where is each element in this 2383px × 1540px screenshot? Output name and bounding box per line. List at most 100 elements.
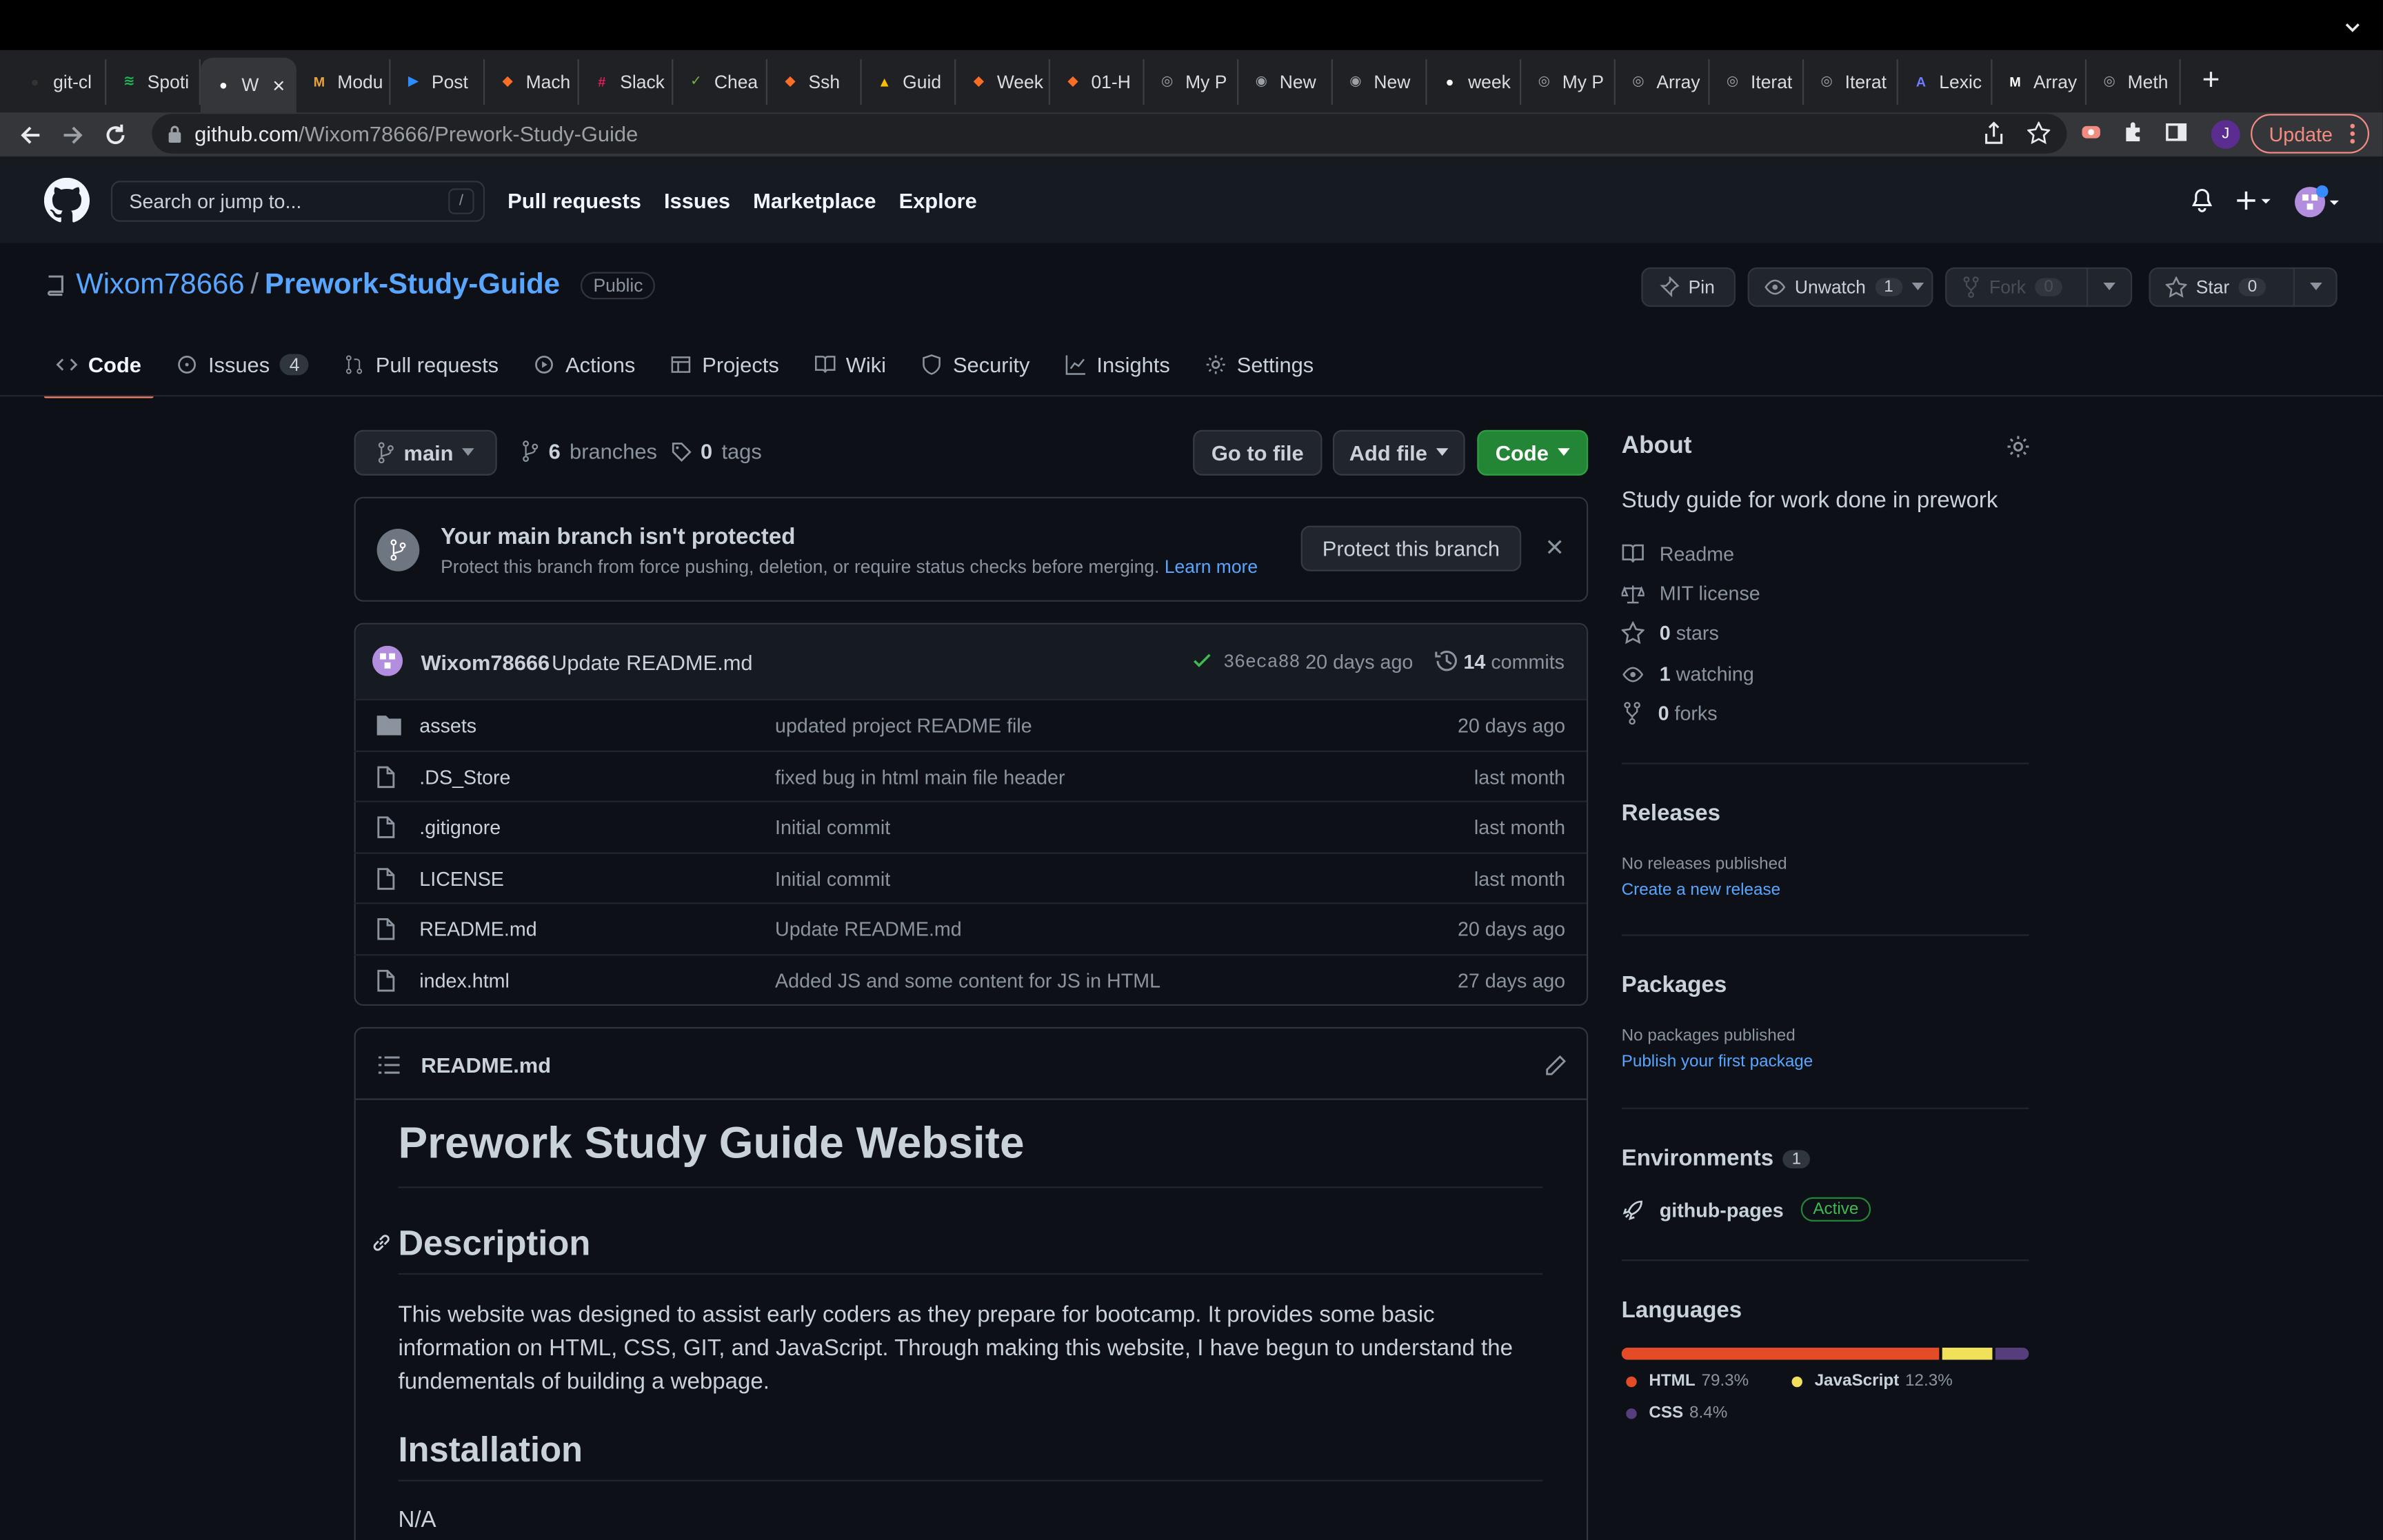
github-logo-icon[interactable] [43,177,90,223]
file-row[interactable]: LICENSE Initial commit last month [354,851,1587,904]
browser-tab[interactable]: ◆ Mach [485,58,579,104]
commit-sha[interactable]: 36eca88 [1223,652,1300,673]
file-commit-message[interactable]: updated project README file [775,714,1032,737]
tab-settings[interactable]: Settings [1193,331,1326,396]
browser-tab[interactable]: ◎ Array [1616,58,1710,104]
nav-explore[interactable]: Explore [899,188,977,212]
file-row[interactable]: index.html Added JS and some content for … [354,954,1587,1006]
extension-icon[interactable] [2079,120,2103,144]
create-new-plus-icon[interactable] [2235,188,2275,212]
browser-tab[interactable]: ◎ Meth [2087,58,2181,104]
commit-author-avatar[interactable] [372,645,403,676]
browser-tab[interactable]: ● git-cl [12,58,107,104]
edit-pencil-icon[interactable] [1545,1055,1567,1076]
repo-name-link[interactable]: Prework-Study-Guide [265,269,560,302]
browser-tab[interactable]: M Array [1992,58,2087,104]
file-row[interactable]: .DS_Store fixed bug in html main file hea… [354,749,1587,802]
readme-filename[interactable]: README.md [421,1053,552,1077]
file-commit-message[interactable]: Added JS and some content for JS in HTML [775,969,1160,992]
browser-tab[interactable]: ◆ Week [956,58,1050,104]
file-commit-message[interactable]: fixed bug in html main file header [775,765,1065,788]
github-search-input[interactable]: Search or jump to... / [110,181,485,222]
close-tab-icon[interactable]: × [272,73,285,97]
browser-tab[interactable]: ◉ New [1238,58,1333,104]
browser-tab[interactable]: ▲ Guid [862,58,956,104]
tab-issues[interactable]: Issues 4 [164,331,321,396]
protect-branch-button[interactable]: Protect this branch [1300,525,1522,571]
gear-icon[interactable] [2006,434,2030,458]
star-dropdown-button[interactable] [2293,267,2337,307]
tab-insights[interactable]: Insights [1053,331,1183,396]
commit-message[interactable]: Update README.md [552,650,753,674]
file-name-link[interactable]: .DS_Store [419,765,510,788]
browser-tab[interactable]: # Slack [579,58,674,104]
branches-link[interactable]: 6 branches [521,439,657,463]
learn-more-link[interactable]: Learn more [1165,556,1258,578]
watching-link[interactable]: 1 watching [1622,662,1754,685]
releases-title[interactable]: Releases [1622,801,1720,827]
tab-actions[interactable]: Actions [521,331,647,396]
browser-tab[interactable]: ● week [1427,58,1522,104]
tab-search-icon[interactable] [2344,18,2362,36]
file-row[interactable]: .gitignore Initial commit last month [354,800,1587,853]
nav-pull-requests[interactable]: Pull requests [507,188,641,212]
lock-icon[interactable] [167,125,182,143]
fork-dropdown-button[interactable] [2087,267,2133,307]
readme-link[interactable]: Readme [1622,543,1734,565]
share-icon[interactable] [1983,121,2004,145]
kebab-menu-icon[interactable] [2349,121,2355,145]
tab-projects[interactable]: Projects [658,331,791,396]
commits-link[interactable]: 14 commits [1463,650,1565,673]
forward-icon[interactable] [52,122,94,146]
address-bar[interactable]: github.com/Wixom78666/Prework-Study-Guid… [152,114,2067,154]
outline-list-icon[interactable] [378,1056,400,1074]
add-file-button[interactable]: Add file [1332,429,1465,476]
license-link[interactable]: MIT license [1621,582,1760,605]
browser-tab[interactable]: ◆ Ssh [767,58,862,104]
file-row[interactable]: README.md Update README.md 20 days ago [354,903,1587,955]
browser-tab[interactable]: ◎ Iterat [1710,58,1804,104]
language-legend-item[interactable]: CSS 8.4% [1622,1404,1727,1422]
browser-tab[interactable]: M Modu [296,58,391,104]
user-avatar-menu[interactable] [2293,185,2342,219]
branch-select-button[interactable]: main [354,429,497,476]
star-button[interactable]: Star 0 [2149,267,2295,307]
nav-issues[interactable]: Issues [664,188,730,212]
tab-wiki[interactable]: Wiki [802,331,898,396]
browser-tab[interactable]: ≋ Spoti [106,58,201,104]
back-icon[interactable] [9,122,52,146]
close-icon[interactable] [1547,539,1562,554]
file-row[interactable]: assets updated project README file 20 days… [354,698,1587,751]
new-tab-icon[interactable]: + [2202,64,2220,99]
commit-author[interactable]: Wixom78666 [421,650,550,674]
notifications-bell-icon[interactable] [2190,188,2214,212]
stars-link[interactable]: 0 stars [1621,621,1719,644]
browser-update-button[interactable]: Update [2251,114,2370,154]
fork-button[interactable]: Fork 0 [1945,267,2089,307]
create-release-link[interactable]: Create a new release [1622,881,1780,899]
browser-tab[interactable]: ◎ My P [1145,58,1239,104]
bookmark-star-icon[interactable] [2027,121,2051,145]
packages-title[interactable]: Packages [1622,973,1727,998]
forks-link[interactable]: 0 forks [1622,702,1718,725]
language-legend-item[interactable]: JavaScript 12.3% [1787,1372,1953,1390]
file-commit-message[interactable]: Initial commit [775,816,890,839]
reload-icon[interactable] [94,122,137,146]
environment-name[interactable]: github-pages [1660,1199,1784,1222]
browser-tab[interactable]: ▶ Post [390,58,485,104]
tab-code[interactable]: Code [43,331,154,398]
language-legend-item[interactable]: HTML 79.3% [1622,1372,1749,1390]
file-name-link[interactable]: assets [419,714,476,737]
side-panel-icon[interactable] [2164,120,2188,144]
browser-tab[interactable]: ◎ Iterat [1804,58,1898,104]
browser-tab[interactable]: ◉ New [1333,58,1427,104]
file-name-link[interactable]: README.md [419,918,536,941]
file-commit-message[interactable]: Initial commit [775,867,890,890]
browser-tab[interactable]: ◆ 01-H [1050,58,1145,104]
nav-marketplace[interactable]: Marketplace [753,188,876,212]
puzzle-icon[interactable] [2122,120,2146,144]
tab-security[interactable]: Security [909,331,1042,396]
unwatch-button[interactable]: Unwatch 1 [1747,267,1933,307]
tags-link[interactable]: 0 tags [672,439,762,463]
repo-owner-link[interactable]: Wixom78666 [76,269,244,302]
